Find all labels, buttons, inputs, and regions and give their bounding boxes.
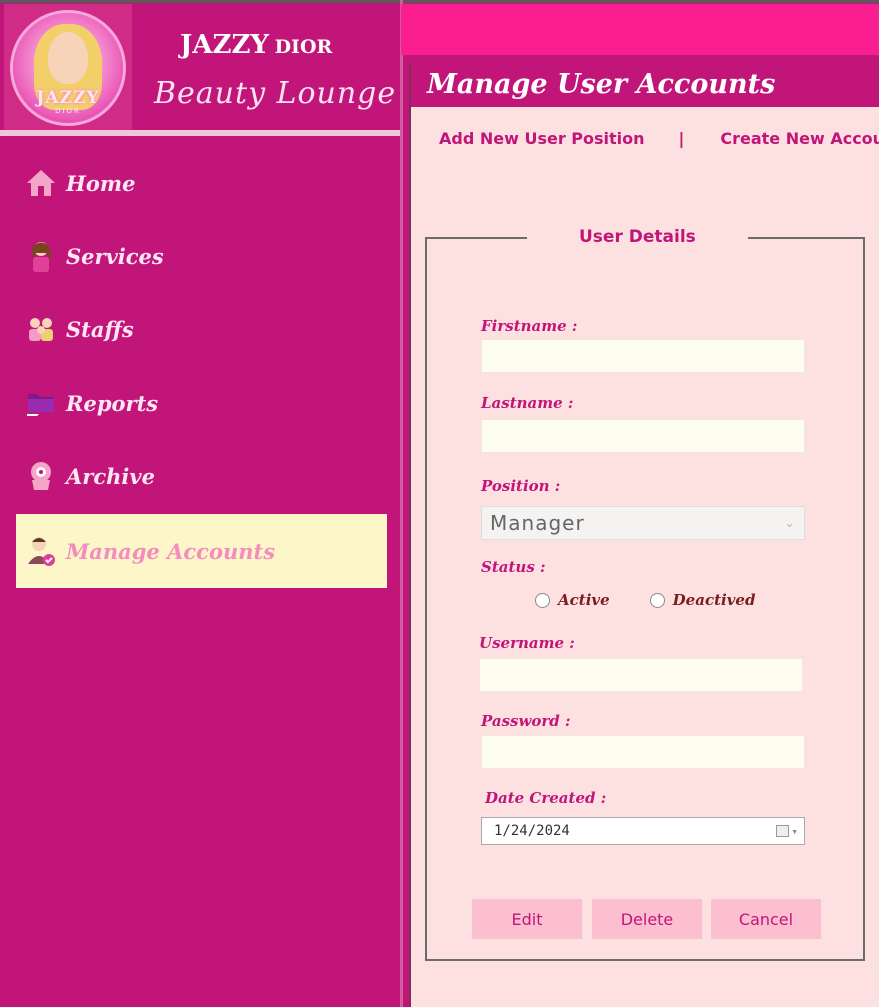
lastname-label: Lastname : xyxy=(481,394,574,412)
stylist-icon xyxy=(24,239,58,273)
folder-icon xyxy=(24,386,58,420)
sidebar-item-reports[interactable]: Reports xyxy=(16,366,387,440)
logo-badge: JAZZY DIOR xyxy=(10,10,126,126)
logo: JAZZY DIOR xyxy=(4,4,132,130)
username-label: Username : xyxy=(479,634,575,652)
logo-face-shape xyxy=(48,32,88,84)
username-input[interactable] xyxy=(479,658,803,692)
date-created-label: Date Created : xyxy=(485,789,607,807)
brand-title-suffix: DIOR xyxy=(274,36,333,58)
sidebar-item-manage-accounts[interactable]: Manage Accounts xyxy=(16,514,387,588)
status-deactived-radio[interactable] xyxy=(649,592,665,608)
date-created-picker[interactable]: 1/24/2024 ▾ xyxy=(481,817,805,845)
create-account-link[interactable]: Create New Accou xyxy=(720,129,879,148)
page-title: Manage User Accounts xyxy=(427,69,776,100)
window-top-border xyxy=(0,0,879,3)
add-user-position-link[interactable]: Add New User Position xyxy=(439,129,645,148)
position-label: Position : xyxy=(481,477,561,495)
cancel-button[interactable]: Cancel xyxy=(711,899,821,939)
firstname-input[interactable] xyxy=(481,339,805,373)
sidebar-item-label: Services xyxy=(66,243,164,269)
position-select[interactable]: Manager ⌄ xyxy=(481,506,805,540)
section-title: User Details xyxy=(527,227,748,247)
brand-header: JAZZY DIOR JAZZY DIOR Beauty Lounge xyxy=(4,4,400,130)
status-radio-group: Active Deactived xyxy=(535,591,755,609)
edit-button[interactable]: Edit xyxy=(472,899,582,939)
chevron-down-icon: ⌄ xyxy=(784,515,796,531)
sidebar-item-staffs[interactable]: Staffs xyxy=(16,292,387,366)
password-label: Password : xyxy=(481,712,571,730)
sidebar-item-home[interactable]: Home xyxy=(16,146,387,220)
brand-title: JAZZY DIOR xyxy=(180,30,332,60)
panel-links: Add New User Position | Create New Accou xyxy=(439,129,879,148)
status-label: Status : xyxy=(481,558,546,576)
sidebar-item-label: Home xyxy=(66,170,136,196)
manage-accounts-panel: Manage User Accounts Add New User Positi… xyxy=(409,63,879,1007)
brand-subtitle: Beauty Lounge xyxy=(154,76,397,111)
sidebar-item-label: Reports xyxy=(66,390,159,416)
archive-person-icon xyxy=(24,459,58,493)
logo-text: JAZZY xyxy=(36,88,100,108)
position-selected-value: Manager xyxy=(490,511,585,535)
sidebar-edge xyxy=(400,0,403,1007)
home-icon xyxy=(24,166,58,200)
link-separator: | xyxy=(678,129,685,148)
staff-group-icon xyxy=(24,312,58,346)
sidebar-item-label: Archive xyxy=(66,463,155,489)
lastname-input[interactable] xyxy=(481,419,805,453)
user-check-icon xyxy=(24,534,58,568)
firstname-label: Firstname : xyxy=(481,317,578,335)
status-active-radio[interactable] xyxy=(535,592,550,608)
user-details-group: User Details Firstname : Lastname : Posi… xyxy=(425,227,865,961)
status-active-label: Active xyxy=(558,591,610,609)
password-input[interactable] xyxy=(481,735,805,769)
brand-divider xyxy=(0,130,400,136)
sidebar-item-archive[interactable]: Archive xyxy=(16,439,387,513)
sidebar-item-label: Manage Accounts xyxy=(66,538,276,564)
date-created-value: 1/24/2024 xyxy=(494,823,570,839)
logo-subtext: DIOR xyxy=(55,107,81,115)
delete-button[interactable]: Delete xyxy=(592,899,702,939)
status-deactived-label: Deactived xyxy=(672,591,756,609)
calendar-icon[interactable]: ▾ xyxy=(776,825,798,838)
sidebar-item-label: Staffs xyxy=(66,316,134,342)
sidebar-item-services[interactable]: Services xyxy=(16,219,387,293)
brand-title-main: JAZZY xyxy=(180,30,269,60)
panel-header: Manage User Accounts xyxy=(411,63,879,107)
top-bar xyxy=(401,4,879,55)
